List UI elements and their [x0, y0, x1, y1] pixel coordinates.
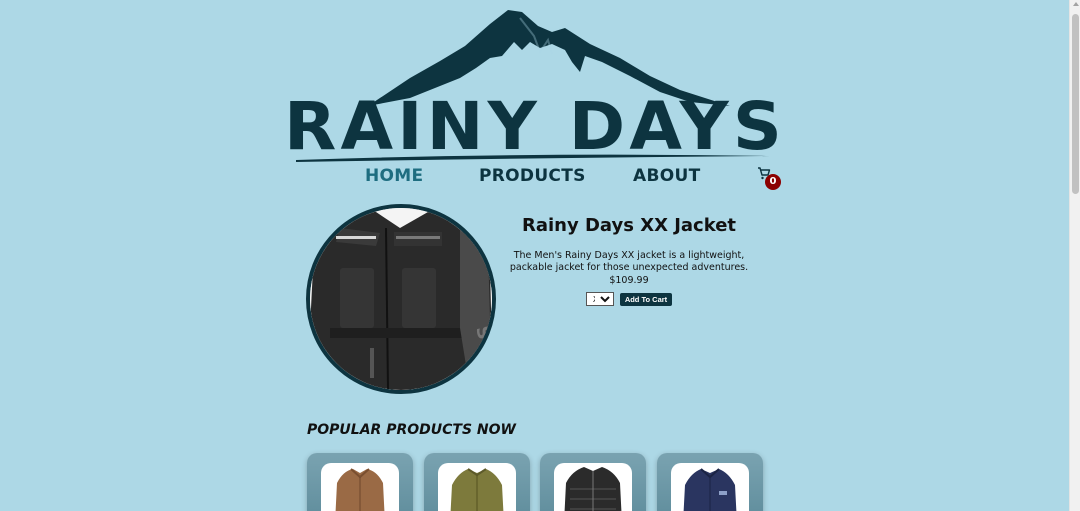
product-image: SCOTT — [306, 204, 496, 394]
jacket-image: SCOTT — [310, 208, 492, 390]
popular-products-heading: POPULAR PRODUCTS NOW — [307, 422, 516, 438]
black-quilted-jacket-image — [564, 467, 622, 511]
nav-about[interactable]: ABOUT — [633, 166, 700, 186]
size-select[interactable]: XS — [585, 292, 614, 306]
scrollbar-thumb[interactable] — [1072, 14, 1079, 194]
main-nav: HOME PRODUCTS ABOUT — [330, 166, 750, 190]
product-details: Rainy Days XX Jacket The Men's Rainy Day… — [498, 215, 760, 306]
olive-fleece-jacket-image — [450, 468, 504, 511]
popular-product-image — [321, 463, 399, 511]
popular-product-image — [554, 463, 632, 511]
popular-product-card[interactable] — [424, 453, 530, 511]
scroll-up-icon[interactable] — [1073, 2, 1079, 6]
page-scrollbar[interactable] — [1069, 0, 1080, 511]
svg-text:SCOTT: SCOTT — [471, 324, 492, 390]
cart-count-badge: 0 — [765, 174, 781, 190]
popular-product-image — [671, 463, 749, 511]
product-price: $109.99 — [609, 275, 649, 286]
site-logo[interactable]: RAINY DAYS — [284, 6, 782, 166]
product-description: The Men's Rainy Days XX jacket is a ligh… — [509, 250, 749, 273]
popular-product-card[interactable] — [540, 453, 646, 511]
cart-button[interactable]: 0 — [756, 166, 784, 192]
add-to-cart-button[interactable]: Add To Cart — [619, 292, 673, 306]
nav-products[interactable]: PRODUCTS — [479, 166, 586, 186]
brown-fleece-jacket-image — [335, 468, 385, 511]
popular-product-image — [438, 463, 516, 511]
navy-fleece-jacket-image — [683, 468, 737, 511]
nav-home[interactable]: HOME — [365, 166, 423, 186]
logo-wordmark: RAINY DAYS — [284, 88, 786, 165]
popular-product-card[interactable] — [307, 453, 413, 511]
popular-product-card[interactable] — [657, 453, 763, 511]
product-title: Rainy Days XX Jacket — [521, 215, 737, 236]
buy-row: XS Add To Cart — [498, 292, 760, 306]
